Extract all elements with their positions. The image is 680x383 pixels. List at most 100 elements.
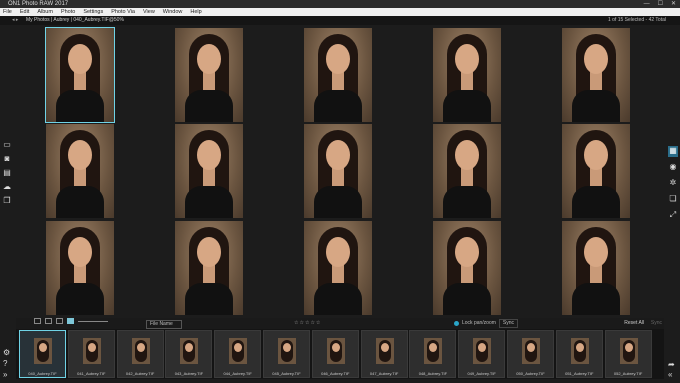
maximize-icon[interactable]: ☐ bbox=[658, 0, 663, 8]
filmstrip-thumbnail bbox=[229, 338, 248, 364]
lock-label: Lock pan/zoom bbox=[462, 320, 496, 326]
photos-icon[interactable]: ❐ bbox=[3, 196, 12, 205]
photo-thumbnail[interactable] bbox=[562, 124, 630, 218]
photo-thumbnail[interactable] bbox=[562, 28, 630, 122]
lock-pan-zoom[interactable]: Lock pan/zoom Sync bbox=[454, 318, 519, 329]
menu-window[interactable]: Window bbox=[163, 8, 183, 16]
photo-thumbnail[interactable] bbox=[175, 28, 243, 122]
grid-view-icon[interactable] bbox=[34, 318, 41, 324]
filmstrip-item[interactable]: 043_Aubrey.TIF bbox=[165, 330, 213, 378]
app-title: ON1 Photo RAW 2017 bbox=[8, 1, 69, 7]
close-icon[interactable]: ✕ bbox=[671, 0, 676, 8]
filmstrip-item[interactable]: 044_Aubrey.TIF bbox=[214, 330, 262, 378]
filmstrip-caption: 048_Aubrey.TIF bbox=[418, 371, 448, 376]
photo-thumbnail[interactable] bbox=[433, 124, 501, 218]
rating-stars[interactable]: ☆☆☆☆☆ bbox=[294, 318, 321, 329]
filmstrip-item[interactable]: 041_Aubrey.TIF bbox=[67, 330, 115, 378]
filmstrip-thumbnail bbox=[619, 338, 638, 364]
filmstrip-caption: 042_Aubrey.TIF bbox=[125, 371, 155, 376]
cloud-icon[interactable]: ☁ bbox=[3, 182, 12, 191]
photo-thumbnail[interactable] bbox=[46, 124, 114, 218]
filmstrip-caption: 052_Aubrey.TIF bbox=[613, 371, 643, 376]
filmstrip-item[interactable]: 047_Aubrey.TIF bbox=[360, 330, 408, 378]
filmstrip-thumbnail bbox=[522, 338, 540, 364]
filmstrip-item[interactable]: 042_Aubrey.TIF bbox=[116, 330, 164, 378]
list-view-icon[interactable] bbox=[45, 318, 52, 324]
filmstrip-view-icon[interactable] bbox=[56, 318, 63, 324]
nav-arrows[interactable]: ◂ ▸ bbox=[12, 16, 18, 25]
photo-thumbnail[interactable] bbox=[433, 221, 501, 315]
photo-thumbnail[interactable] bbox=[433, 28, 501, 122]
photo-thumbnail[interactable] bbox=[304, 221, 372, 315]
develop-icon[interactable]: ◉ bbox=[668, 162, 678, 173]
filmstrip-caption: 046_Aubrey.TIF bbox=[321, 371, 350, 376]
thumbnail-size-slider[interactable] bbox=[78, 320, 108, 322]
menu-photo-via[interactable]: Photo Via bbox=[111, 8, 135, 16]
photo-thumbnail[interactable] bbox=[45, 27, 115, 123]
photo-thumbnail[interactable] bbox=[304, 124, 372, 218]
filmstrip-thumbnail bbox=[278, 338, 296, 364]
photo-thumbnail[interactable] bbox=[304, 28, 372, 122]
filmstrip-item[interactable]: 052_Aubrey.TIF bbox=[604, 330, 652, 378]
menu-edit[interactable]: Edit bbox=[20, 8, 29, 16]
photo-thumbnail[interactable] bbox=[175, 221, 243, 315]
filmstrip-item[interactable]: 048_Aubrey.TIF bbox=[409, 330, 457, 378]
filmstrip-thumbnail bbox=[82, 338, 101, 364]
menu-file[interactable]: File bbox=[3, 8, 12, 16]
filmstrip-thumbnail bbox=[570, 338, 589, 364]
filmstrip: 040_Aubrey.TIF 041_Aubrey.TIF 042_Aubrey.T… bbox=[16, 329, 664, 379]
resize-icon[interactable]: ⤢ bbox=[668, 210, 678, 221]
selection-count: 1 of 15 Selected - 42 Total bbox=[607, 17, 666, 23]
menu-settings[interactable]: Settings bbox=[83, 8, 103, 16]
module-selector: ▦ ◉ ✲ ❏ ⤢ bbox=[666, 146, 680, 221]
collapse-right-icon[interactable]: « bbox=[668, 370, 672, 379]
menu-help[interactable]: Help bbox=[190, 8, 201, 16]
menu-bar: File Edit Album Photo Settings Photo Via… bbox=[0, 8, 680, 16]
share-icon[interactable]: ➦ bbox=[668, 360, 675, 369]
photo-thumbnail[interactable] bbox=[175, 124, 243, 218]
browse-icon[interactable]: ▦ bbox=[668, 146, 678, 157]
filmstrip-thumbnail bbox=[180, 338, 199, 364]
filmstrip-thumbnail bbox=[375, 338, 394, 364]
menu-album[interactable]: Album bbox=[37, 8, 53, 16]
photo-thumbnail[interactable] bbox=[46, 221, 114, 315]
gear-icon[interactable]: ⚙ bbox=[3, 348, 10, 357]
left-sidebar: ▭ ◙ ▤ ☁ ❐ bbox=[0, 140, 14, 220]
help-icon[interactable]: ? bbox=[3, 359, 7, 368]
filmstrip-item[interactable]: 046_Aubrey.TIF bbox=[311, 330, 359, 378]
photo-thumbnail[interactable] bbox=[562, 221, 630, 315]
sync-settings-button[interactable]: Sync bbox=[651, 318, 662, 329]
layers-icon[interactable]: ❏ bbox=[668, 194, 678, 205]
bottom-toolbar: File Name ☆☆☆☆☆ Lock pan/zoom Sync Reset… bbox=[16, 318, 664, 329]
filmstrip-thumbnail bbox=[34, 338, 52, 364]
window-controls: — ☐ ✕ bbox=[644, 0, 676, 8]
filmstrip-caption: 047_Aubrey.TIF bbox=[369, 371, 399, 376]
breadcrumb[interactable]: My Photos | Aubrey | 040_Aubrey.TIF@50% bbox=[26, 16, 124, 25]
filmstrip-item[interactable]: 051_Aubrey.TIF bbox=[555, 330, 603, 378]
path-bar: ◂ ▸ My Photos | Aubrey | 040_Aubrey.TIF@… bbox=[0, 16, 680, 25]
lock-toggle-icon[interactable] bbox=[454, 321, 459, 326]
filmstrip-item[interactable]: 045_Aubrey.TIF bbox=[263, 330, 310, 378]
filmstrip-caption: 044_Aubrey.TIF bbox=[223, 371, 252, 376]
view-mode-group bbox=[34, 318, 108, 324]
compare-view-icon[interactable] bbox=[67, 318, 74, 324]
filmstrip-thumbnail bbox=[326, 338, 345, 364]
minimize-icon[interactable]: — bbox=[644, 0, 650, 8]
filmstrip-item[interactable]: 040_Aubrey.TIF bbox=[19, 330, 66, 378]
filmstrip-thumbnail bbox=[424, 338, 443, 364]
filmstrip-item[interactable]: 050_Aubrey.TIF bbox=[507, 330, 554, 378]
menu-photo[interactable]: Photo bbox=[61, 8, 75, 16]
expand-left-icon[interactable]: » bbox=[3, 370, 7, 379]
filmstrip-item[interactable]: 049_Aubrey.TIF bbox=[458, 330, 506, 378]
filmstrip-thumbnail bbox=[473, 338, 492, 364]
monitor-icon[interactable]: ▭ bbox=[3, 140, 12, 149]
sync-button[interactable]: Sync bbox=[498, 319, 519, 328]
camera-icon[interactable]: ◙ bbox=[3, 154, 12, 163]
printer-icon[interactable]: ▤ bbox=[3, 168, 12, 177]
sort-select[interactable]: File Name bbox=[146, 320, 182, 329]
filmstrip-caption: 045_Aubrey.TIF bbox=[272, 371, 301, 376]
filmstrip-caption: 051_Aubrey.TIF bbox=[565, 371, 594, 376]
menu-view[interactable]: View bbox=[143, 8, 155, 16]
reset-all-button[interactable]: Reset All bbox=[624, 318, 644, 329]
effects-icon[interactable]: ✲ bbox=[668, 178, 678, 189]
